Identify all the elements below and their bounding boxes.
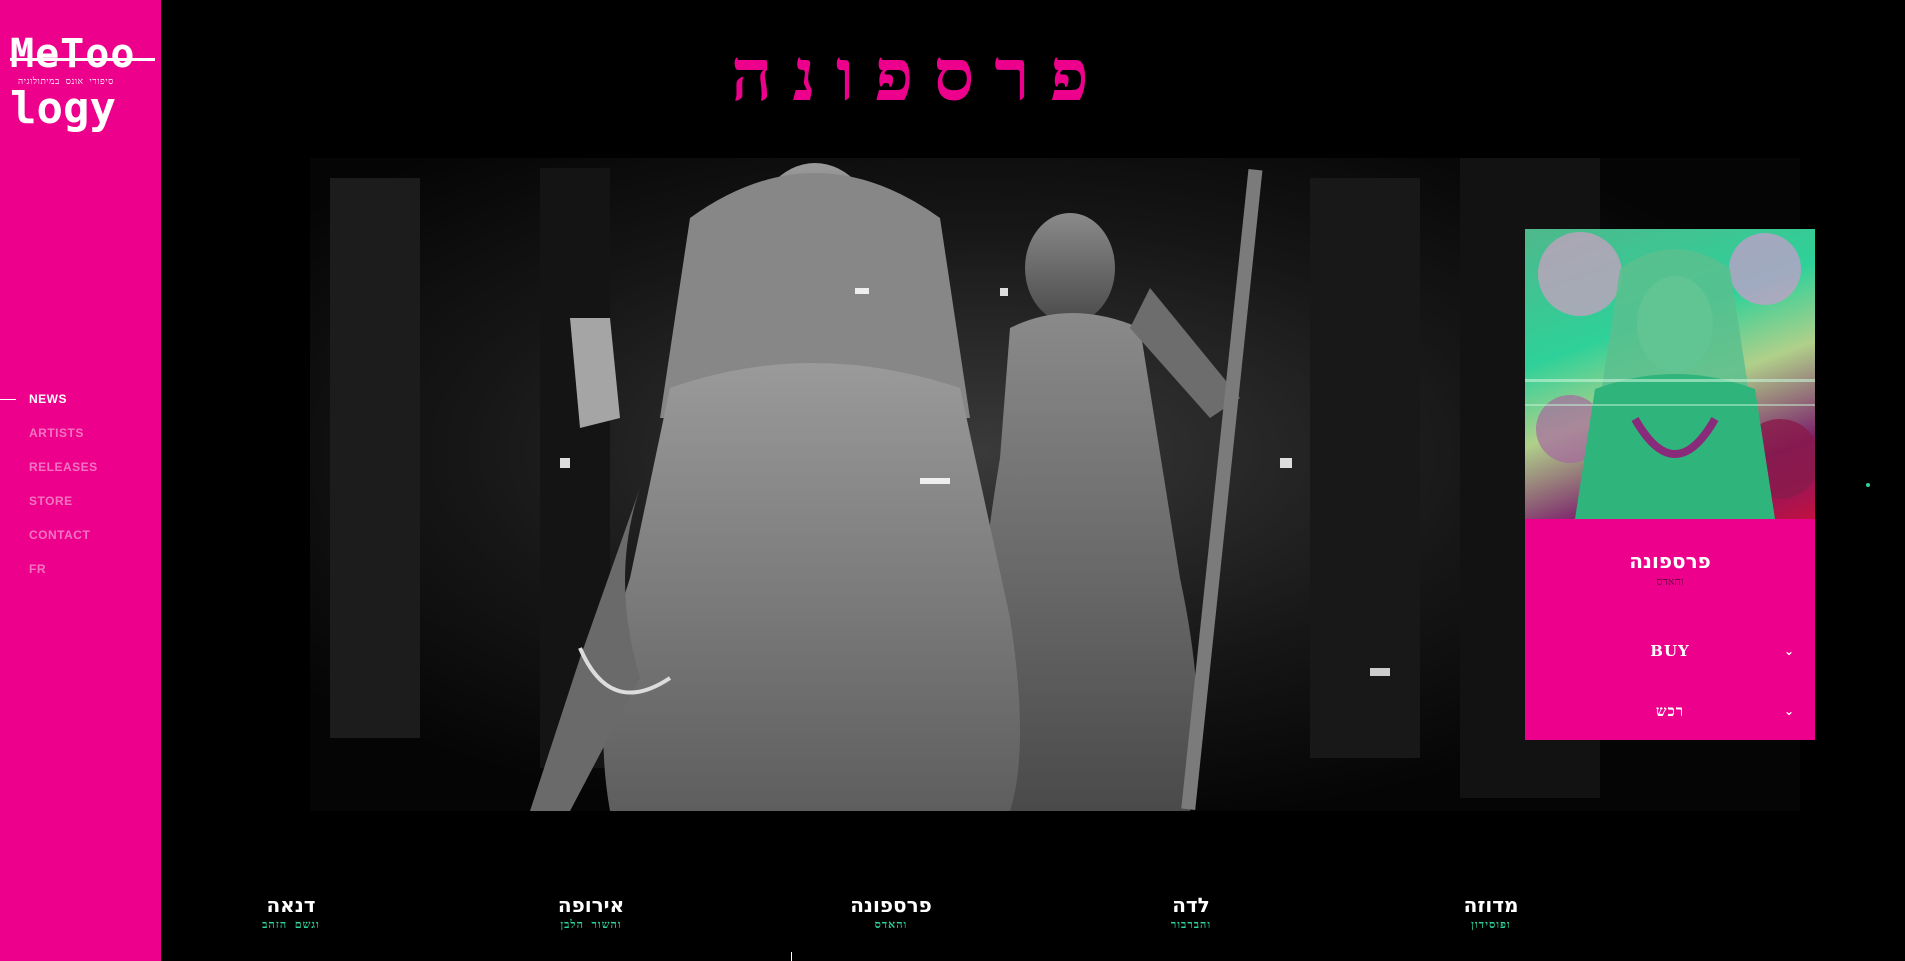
logo-metoo: MeToo: [10, 34, 155, 74]
buy-he-button[interactable]: רכש ⌄: [1525, 691, 1815, 731]
nav-item-news[interactable]: NEWS: [0, 390, 161, 424]
chevron-down-icon: ⌄: [1783, 704, 1795, 718]
story-name: אירופה: [557, 893, 625, 917]
story-item[interactable]: מדוזה ופוסידון: [1391, 892, 1591, 931]
stories-bar: מדוזה ופוסידון לדה והברבור פרספונה והאדס…: [161, 888, 1905, 961]
nav-item-artists[interactable]: ARTISTS: [0, 424, 161, 458]
story-name: פרספונה: [850, 893, 932, 917]
sidebar: MeToo סיפורי אונס במיתולוגיה logy NEWS A…: [0, 0, 161, 961]
main-nav: NEWS ARTISTS RELEASES STORE CONTACT FR: [0, 390, 161, 594]
nav-item-releases[interactable]: RELEASES: [0, 458, 161, 492]
story-with: וגשם הזהב: [262, 918, 320, 931]
release-subtitle: והאדס: [1656, 575, 1684, 588]
story-name: לדה: [1172, 893, 1210, 917]
story-name: מדוזה: [1463, 893, 1519, 917]
story-divider: [791, 952, 792, 961]
release-card: פרספונה והאדס BUY ⌄ רכש ⌄: [1525, 229, 1815, 740]
story-item[interactable]: פרספונה והאדס: [791, 892, 991, 931]
page-title: פרספונה: [731, 33, 1109, 117]
buy-he-button-label: רכש: [1655, 702, 1685, 720]
story-with: ופוסידון: [1471, 918, 1511, 931]
chevron-down-icon: ⌄: [1783, 644, 1795, 658]
story-item[interactable]: אירופה והשור הלבן: [491, 892, 691, 931]
story-name: דנאה: [266, 893, 316, 917]
release-cover-image[interactable]: [1525, 229, 1815, 519]
story-item[interactable]: לדה והברבור: [1091, 892, 1291, 931]
story-with: והאדס: [874, 918, 908, 931]
site-logo[interactable]: MeToo סיפורי אונס במיתולוגיה logy: [10, 34, 155, 131]
page-root: MeToo סיפורי אונס במיתולוגיה logy NEWS A…: [0, 0, 1905, 961]
slide-indicator-dot[interactable]: [1866, 483, 1870, 487]
buy-button[interactable]: BUY ⌄: [1525, 631, 1815, 671]
logo-logy: logy: [10, 83, 116, 134]
story-with: והשור הלבן: [560, 918, 622, 931]
nav-item-contact[interactable]: CONTACT: [0, 526, 161, 560]
buy-button-label: BUY: [1650, 642, 1690, 660]
story-with: והברבור: [1170, 918, 1212, 931]
release-title: פרספונה: [1629, 549, 1711, 573]
nav-item-store[interactable]: STORE: [0, 492, 161, 526]
story-item[interactable]: דנאה וגשם הזהב: [191, 892, 391, 931]
nav-item-fr[interactable]: FR: [0, 560, 161, 594]
cover-illustration: [1525, 232, 1815, 519]
